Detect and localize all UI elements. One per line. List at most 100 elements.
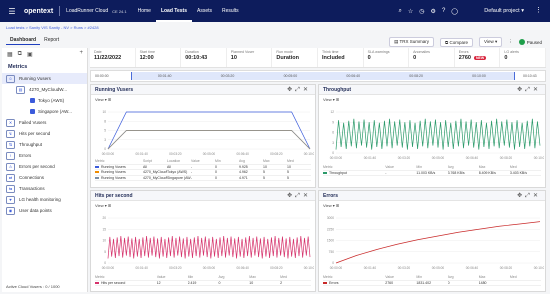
status-badge: Paused xyxy=(518,39,542,45)
more-icon[interactable]: ⋮ xyxy=(535,0,542,22)
view-dropdown[interactable]: View ▾ ⊞ xyxy=(91,201,315,210)
nav-home[interactable]: Home xyxy=(133,0,156,22)
legend-cell: Errors xyxy=(323,281,385,285)
clock-icon[interactable]: ◷ xyxy=(419,8,424,15)
checkbox-icon[interactable] xyxy=(30,98,35,103)
legend-cell: - xyxy=(385,170,387,175)
search-icon[interactable]: ⌕ xyxy=(399,8,402,15)
y-tick-label: 12 xyxy=(330,110,334,114)
timeline-selection[interactable] xyxy=(131,72,515,80)
sidebar-item-singapore-aw[interactable]: Singapore (AW... xyxy=(2,106,87,117)
settings-icon[interactable]: ⚙ xyxy=(431,8,436,15)
series-line-throughput xyxy=(335,118,541,150)
y-tick-label: 0 xyxy=(104,147,106,151)
timeline-slider[interactable]: 00:00:00 00:01:40 00:03:20 00:05:00 00:06:40… xyxy=(90,70,546,82)
legend-row[interactable]: Running Vusers4270_MyCloudW...Singapore … xyxy=(95,175,311,181)
sidebar-item-throughput[interactable]: ⇅ Throughput xyxy=(2,139,87,150)
app-title[interactable]: LoadRunner Cloud xyxy=(66,8,108,14)
trx-summary-button[interactable]: ▤ TRX Summary xyxy=(389,37,435,47)
layout-icon[interactable]: ▣ xyxy=(27,51,33,58)
summary-value: 10 xyxy=(230,55,237,61)
x-icon: ✕ xyxy=(6,118,15,127)
view-dropdown[interactable]: View ▾ ⊞ xyxy=(319,201,545,210)
legend-cell: 3.768 KB/s xyxy=(447,170,465,175)
tab-dashboard[interactable]: Dashboard xyxy=(6,36,41,45)
nav-load-tests[interactable]: Load Tests xyxy=(155,0,192,22)
summary-value: 0 xyxy=(504,55,508,61)
sidebar-item-tokyo-aws[interactable]: Tokyo (AWS) xyxy=(2,95,87,106)
user-icon[interactable]: ◯ xyxy=(451,8,458,15)
help-icon[interactable]: ? xyxy=(442,8,445,14)
y-tick-label: 5 xyxy=(104,250,106,254)
view-dropdown[interactable]: View ▾ xyxy=(479,37,503,47)
sidebar-item-label: Running Vusers xyxy=(19,76,51,81)
tab-report[interactable]: Report xyxy=(40,36,63,45)
nav-results[interactable]: Results xyxy=(217,0,244,22)
series-line-errors xyxy=(335,221,541,264)
summary-value: Included xyxy=(321,55,345,61)
legend-header-cell: Med xyxy=(280,275,287,280)
sidebar-item-connections[interactable]: ⇄ Connections xyxy=(2,172,87,183)
legend-row[interactable]: Errors 2760 1831.402 0 1480 xyxy=(323,281,541,286)
legend-cell: All xyxy=(143,164,147,169)
copy-icon[interactable]: ⧉ xyxy=(18,51,22,58)
panel-title: Running Vusers ✥⤢✕ xyxy=(91,85,315,95)
panel-actions[interactable]: ✥⤢✕ xyxy=(517,86,541,94)
legend-cell: 2 xyxy=(280,280,283,285)
legend-cell: 10 xyxy=(249,280,254,285)
summary-label: LG alerts xyxy=(504,50,519,54)
legend-header-cell: Min xyxy=(416,275,423,280)
compare-button[interactable]: ⧉ Compare xyxy=(440,37,474,47)
more-actions-icon[interactable]: ⋮ xyxy=(508,39,513,45)
panel-actions[interactable]: ✥⤢✕ xyxy=(517,192,541,200)
legend-cell: 12 xyxy=(156,280,161,285)
version-label: CE 24.1 xyxy=(112,8,127,14)
sidebar-item-errors[interactable]: ! Errors xyxy=(2,150,87,161)
legend-header-cell: Script xyxy=(143,159,152,164)
sidebar-item-label: Errors per second xyxy=(19,164,55,169)
x-tick-label: 00:08:20 xyxy=(270,152,283,156)
timeline-tick: 00:10:43 xyxy=(523,74,537,78)
panel-actions[interactable]: ✥⤢✕ xyxy=(287,86,311,94)
add-icon[interactable]: + xyxy=(79,50,83,56)
legend-cell: Singapore (AWS) xyxy=(167,175,191,180)
summary-value: 12:00 xyxy=(139,55,154,61)
x-tick-label: 00:01:40 xyxy=(135,266,148,270)
sidebar-item-transactions[interactable]: ⇆ Transactions xyxy=(2,183,87,194)
sidebar-item-errors-per-second[interactable]: ⚠ Errors per second xyxy=(2,161,87,172)
legend-cell: 2.419 xyxy=(187,280,197,285)
y-tick-label: 9 xyxy=(332,120,334,124)
nav-assets[interactable]: Assets xyxy=(192,0,217,22)
sidebar-item-failed-vusers[interactable]: ✕ Failed Vusers xyxy=(2,117,87,128)
sidebar-item-label: Failed Vusers xyxy=(19,120,47,125)
legend-header-cell: Value xyxy=(156,275,166,280)
checkbox-icon[interactable] xyxy=(30,109,35,114)
breadcrumb[interactable]: Load tests > Sanity VIS Sanity - NV > Ru… xyxy=(6,25,99,30)
sidebar-item-hits-per-second[interactable]: ↯ Hits per second xyxy=(2,128,87,139)
sidebar-item-running-vusers[interactable]: ☺ Running Vusers xyxy=(2,73,87,84)
legend-header-cell: Min xyxy=(187,275,194,280)
sidebar-title: Metrics xyxy=(8,64,28,70)
menu-icon[interactable]: ☰ xyxy=(4,7,20,16)
star-icon[interactable]: ☆ xyxy=(408,8,413,15)
grid-icon[interactable]: ▦ xyxy=(7,51,13,58)
status-dot xyxy=(518,39,525,45)
legend-cell: All xyxy=(167,164,171,169)
hits-icon: ↯ xyxy=(6,129,15,138)
x-tick-label: 00:10:00 xyxy=(534,266,544,270)
legend-row[interactable]: Throughput - 11.003 KB/s 3.768 KB/s 8.409 KB… xyxy=(323,170,541,176)
view-dropdown[interactable]: View ▾ ⊞ xyxy=(91,95,315,104)
sidebar-item-4270-mycloudw[interactable]: ▤ 4270_MyCloudW... xyxy=(2,84,87,95)
sidebar-item-user-data-points[interactable]: ◉ User data points xyxy=(2,205,87,216)
sidebar-item-lg-health-monitoring[interactable]: ♥ LG health monitoring xyxy=(2,194,87,205)
panel-title: Throughput ✥⤢✕ xyxy=(319,85,545,95)
main-nav: Home Load Tests Assets Results xyxy=(133,0,244,22)
view-dropdown[interactable]: View ▾ ⊞ xyxy=(319,95,545,104)
project-selector[interactable]: Default project ▾ xyxy=(484,0,524,22)
panel-actions[interactable]: ✥⤢✕ xyxy=(287,192,311,200)
y-tick-label: 1500 xyxy=(327,239,334,243)
legend-row[interactable]: Hits per second 12 2.419 0 10 2 xyxy=(95,280,311,286)
lg-icon: ♥ xyxy=(6,195,15,204)
sidebar-item-label: Transactions xyxy=(19,186,45,191)
legend-header-cell: Max xyxy=(263,159,270,164)
